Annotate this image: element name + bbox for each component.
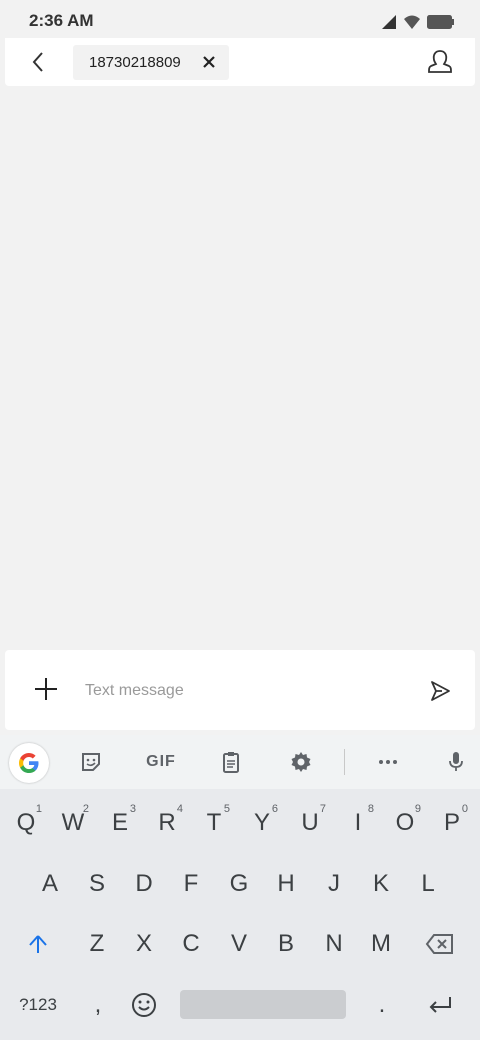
shift-key[interactable] (16, 920, 60, 968)
send-icon (431, 681, 450, 701)
send-button[interactable] (427, 678, 453, 704)
recipient-number: 18730218809 (89, 54, 181, 71)
clipboard-button[interactable] (215, 746, 247, 778)
key-a[interactable]: A (28, 860, 72, 908)
sticker-button[interactable] (75, 746, 107, 778)
backspace-key[interactable] (418, 920, 462, 968)
more-icon (379, 760, 397, 764)
google-icon (19, 753, 39, 773)
message-input[interactable] (83, 675, 387, 707)
plus-icon (35, 678, 57, 700)
period-key[interactable]: . (360, 981, 404, 1029)
key-x[interactable]: X (122, 920, 166, 968)
key-n[interactable]: N (312, 920, 356, 968)
settings-icon (291, 752, 311, 772)
key-s[interactable]: S (75, 860, 119, 908)
status-time: 2:36 AM (29, 11, 94, 30)
key-t[interactable]: T5 (192, 799, 236, 847)
key-u[interactable]: U7 (288, 799, 332, 847)
key-v[interactable]: V (217, 920, 261, 968)
symbols-key[interactable]: ?123 (8, 981, 68, 1029)
settings-button[interactable] (285, 746, 317, 778)
compose-bar (5, 650, 475, 730)
add-attachment-button[interactable] (31, 674, 61, 704)
key-w[interactable]: W2 (51, 799, 95, 847)
key-m[interactable]: M (359, 920, 403, 968)
key-j[interactable]: J (312, 860, 356, 908)
key-p[interactable]: P0 (430, 799, 474, 847)
clipboard-icon (223, 752, 239, 773)
gif-button[interactable]: GIF (140, 746, 182, 778)
key-b[interactable]: B (264, 920, 308, 968)
google-button[interactable] (9, 743, 49, 783)
key-g[interactable]: G (217, 860, 261, 908)
voice-input-button[interactable] (440, 746, 472, 778)
conversation-header: 18730218809 (5, 38, 475, 86)
key-l[interactable]: L (406, 860, 450, 908)
key-o[interactable]: O9 (383, 799, 427, 847)
keyboard: GIF Q1 W2 E3 R4 T5 Y6 U7 I8 O9 P0 A S D … (0, 735, 480, 1040)
key-i[interactable]: I8 (336, 799, 380, 847)
back-arrow-icon (32, 52, 43, 72)
key-y[interactable]: Y6 (240, 799, 284, 847)
key-h[interactable]: H (264, 860, 308, 908)
emoji-key[interactable] (122, 981, 166, 1029)
sticker-icon (82, 753, 100, 771)
close-icon (203, 56, 215, 68)
key-k[interactable]: K (359, 860, 403, 908)
key-f[interactable]: F (169, 860, 213, 908)
key-r[interactable]: R4 (145, 799, 189, 847)
enter-key[interactable] (418, 981, 462, 1029)
comma-key[interactable]: , (76, 981, 120, 1029)
gif-label: GIF (146, 753, 176, 770)
battery-icon (427, 15, 454, 29)
cell-signal-icon (382, 15, 396, 29)
wifi-icon (404, 15, 420, 29)
toolbar-divider (344, 749, 345, 775)
mic-icon (449, 752, 463, 771)
key-e[interactable]: E3 (98, 799, 142, 847)
recipient-chip[interactable]: 18730218809 (73, 45, 229, 80)
remove-recipient-button[interactable] (202, 55, 216, 69)
more-button[interactable] (372, 746, 404, 778)
enter-icon (429, 997, 451, 1013)
emoji-icon (132, 993, 156, 1017)
shift-arrow-icon (29, 935, 47, 953)
contact-icon (428, 50, 452, 73)
status-icons (381, 12, 454, 32)
backspace-icon (425, 934, 453, 954)
key-z[interactable]: Z (75, 920, 119, 968)
back-button[interactable] (25, 48, 53, 76)
contact-button[interactable] (425, 47, 455, 77)
key-d[interactable]: D (122, 860, 166, 908)
space-key[interactable] (180, 990, 346, 1019)
key-q[interactable]: Q1 (4, 799, 48, 847)
key-c[interactable]: C (169, 920, 213, 968)
keyboard-toolbar: GIF (0, 735, 480, 789)
